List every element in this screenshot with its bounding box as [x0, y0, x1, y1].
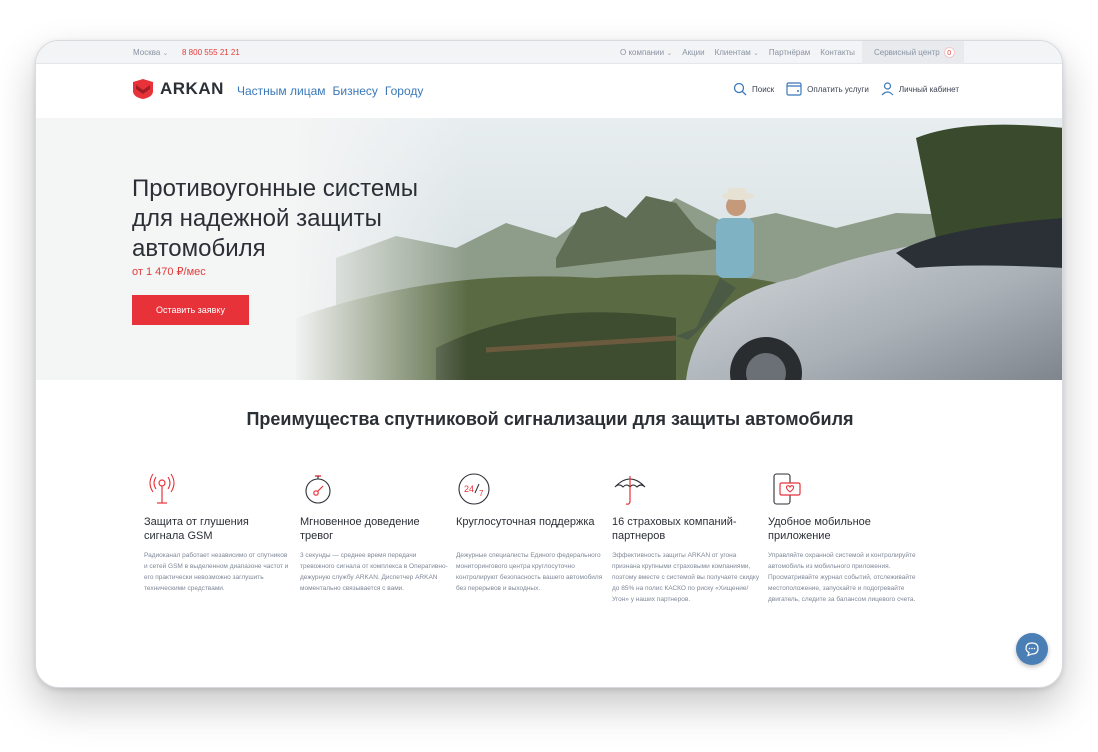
- top-links: О компании ⌄ Акции Клиентам ⌄ Партнёрам …: [620, 48, 855, 57]
- pay-button[interactable]: Оплатить услуги: [786, 81, 869, 97]
- chat-bubble-icon: [1025, 642, 1039, 657]
- features-list: Защита от глушения сигнала GSM Радиокана…: [144, 471, 924, 605]
- umbrella-icon: [614, 476, 646, 505]
- chevron-down-icon: ⌄: [666, 50, 673, 57]
- service-center-button[interactable]: Сервисный центр 0: [862, 41, 964, 64]
- top-link-label: Клиентам: [714, 48, 751, 57]
- search-label: Поиск: [752, 84, 775, 94]
- feature-item: Удобное мобильное приложение Управляйте …: [768, 471, 924, 605]
- feature-title: Круглосуточная поддержка: [456, 516, 595, 528]
- wallet-icon: [786, 82, 802, 96]
- feature-item: 16 страховых компаний-партнеров Эффектив…: [612, 471, 768, 605]
- chevron-down-icon: ⌄: [162, 50, 169, 57]
- browser-frame: Москва ⌄ 8 800 555 21 21 О компании ⌄ Ак…: [35, 40, 1063, 688]
- stopwatch-icon: [305, 475, 331, 504]
- feature-item: Защита от глушения сигнала GSM Радиокана…: [144, 471, 300, 605]
- feature-text: Дежурные специалисты Единого федеральног…: [456, 552, 603, 592]
- account-label: Личный кабинет: [898, 84, 960, 94]
- top-link-contacts[interactable]: Контакты: [820, 48, 855, 57]
- hero-banner: Противоугонные системы для надежной защи…: [36, 118, 1062, 380]
- top-link-clients[interactable]: Клиентам ⌄: [715, 48, 759, 57]
- search-button[interactable]: Поиск: [733, 82, 774, 96]
- top-utility-bar: Москва ⌄ 8 800 555 21 21 О компании ⌄ Ак…: [36, 41, 1062, 64]
- top-link-partners[interactable]: Партнёрам: [769, 48, 810, 57]
- mobile-app-icon: [773, 473, 801, 505]
- service-center-label: Сервисный центр: [874, 48, 940, 57]
- top-link-promo[interactable]: Акции: [682, 48, 704, 57]
- city-label: Москва: [133, 48, 161, 57]
- search-icon: [733, 82, 747, 96]
- svg-text:24: 24: [464, 484, 474, 494]
- user-icon: [881, 82, 894, 96]
- svg-text:7: 7: [479, 489, 484, 498]
- service-count-badge: 0: [943, 47, 955, 58]
- hero-price: от 1 470 ₽/мес: [132, 266, 206, 278]
- chevron-down-icon: ⌄: [753, 50, 759, 57]
- feature-title: Мгновенное доведение тревог: [300, 516, 420, 542]
- logo-text: ARKAN: [160, 79, 224, 98]
- feature-title: Защита от глушения сигнала GSM: [144, 516, 249, 542]
- section-title: Преимущества спутниковой сигнализации дл…: [246, 409, 854, 429]
- 24-7-icon: 24 7: [458, 473, 490, 505]
- arkan-logo-icon: [133, 79, 153, 99]
- submit-request-button[interactable]: Оставить заявку: [132, 295, 249, 325]
- nav-business[interactable]: Бизнесу: [333, 84, 378, 98]
- pay-label: Оплатить услуги: [807, 84, 869, 94]
- top-link-about[interactable]: О компании ⌄: [620, 48, 672, 57]
- feature-text: 3 секунды — среднее время передачи трево…: [300, 552, 448, 592]
- feature-text: Радиоканал работает независимо от спутни…: [144, 552, 289, 592]
- main-nav: Частным лицам Бизнесу Городу: [237, 84, 423, 98]
- city-selector[interactable]: Москва ⌄: [133, 48, 168, 57]
- nav-private[interactable]: Частным лицам: [237, 84, 326, 98]
- top-link-label: О компании: [620, 48, 665, 57]
- feature-text: Эффективность защиты ARKAN от угона приз…: [612, 552, 760, 603]
- feature-title: 16 страховых компаний-партнеров: [612, 516, 737, 542]
- logo[interactable]: ARKAN: [132, 78, 224, 100]
- phone-number[interactable]: 8 800 555 21 21: [182, 48, 240, 57]
- feature-title: Удобное мобильное приложение: [768, 516, 871, 542]
- feature-item: Мгновенное доведение тревог 3 секунды — …: [300, 471, 456, 605]
- nav-city[interactable]: Городу: [385, 84, 423, 98]
- header-tools: Поиск Оплатить услуги Личный кабинет: [733, 81, 971, 97]
- feature-text: Управляйте охранной системой и контролир…: [768, 552, 916, 603]
- feature-item: 24 7 Круглосуточная поддержка Дежурные с…: [456, 471, 612, 605]
- antenna-icon: [149, 473, 175, 504]
- chat-button[interactable]: [1016, 633, 1048, 665]
- account-button[interactable]: Личный кабинет: [881, 82, 959, 96]
- main-header: ARKAN Частным лицам Бизнесу Городу Поиск…: [36, 64, 1062, 118]
- hero-title: Противоугонные системы для надежной защи…: [132, 175, 418, 262]
